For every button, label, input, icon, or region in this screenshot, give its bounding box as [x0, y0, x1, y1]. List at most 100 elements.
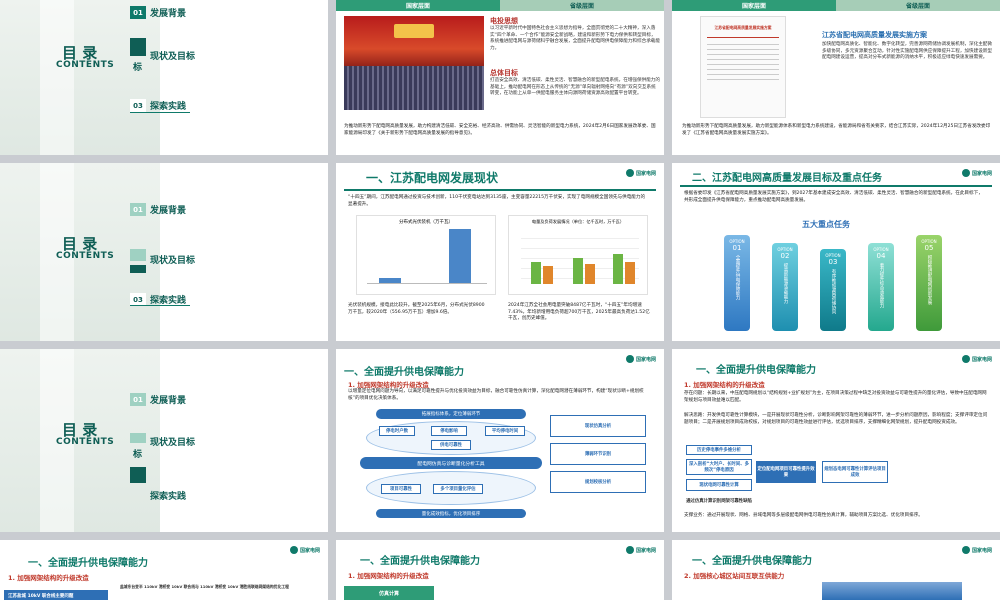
- slide-thumb-4[interactable]: 目 录 CONTENTS 01 发展背景 现状及目标 03 探索实践: [0, 163, 328, 341]
- task-option-4: OPTION 04 着力提升综合承载能力: [868, 243, 894, 331]
- pv-chart: 分布式光伏装机（万千瓦）: [356, 215, 496, 295]
- title-rule: [344, 189, 656, 191]
- section-title: 一、江苏配电网发展现状: [366, 171, 499, 185]
- flow-plan-calc: 规划态电网可靠性计算评估项目成效: [822, 461, 888, 483]
- toc-item-2: 现状及目标: [150, 52, 196, 62]
- slide-thumb-10[interactable]: 一、全面提升供电保障能力 国家电网 1. 加强网架结构的升级改造 盐城东台变半 …: [0, 540, 328, 600]
- toc-subtitle: CONTENTS: [56, 251, 115, 261]
- flow-history: 历史停电事件多维分析: [686, 445, 752, 455]
- para-guiding: 以习近平新时代中国特色社会主义思想为指导，全面贯彻党的二十大精神，深入落实“四个…: [490, 26, 660, 51]
- toc-num-01: 01: [130, 6, 146, 19]
- ellipse-upper: 停电时户数 停电影响 平均停电时间 供电可靠性: [366, 421, 536, 455]
- toc-item-1: 发展背景: [150, 206, 187, 216]
- section-title: 一、全面提升供电保障能力: [28, 558, 148, 569]
- section-title: 一、全面提升供电保障能力: [360, 556, 480, 567]
- toc-item-2-wrap: 标: [133, 450, 143, 460]
- slide-thumb-9[interactable]: 一、全面提升供电保障能力 国家电网 1. 加强网架结构的升级改造 存在问题：长期…: [672, 349, 1000, 532]
- slide-thumb-12[interactable]: 一、全面提升供电保障能力 国家电网 2. 加强核心城区站间互联互供能力: [672, 540, 1000, 600]
- band-mid: 配电网仿真与诊断量化分析工具: [360, 457, 542, 469]
- section-title: 一、全面提升供电保障能力: [344, 367, 464, 378]
- slide-thumb-2[interactable]: 国家层面 省级层面 电投思想 以习近平新时代中国特色社会主义思想为指导，全面贯彻…: [336, 0, 664, 155]
- load-bar-1b: [543, 266, 553, 284]
- note-provincial: 为推动新形势下配电网高质量发展，助力新型能源体系和新型电力系统建设，省能源局和省…: [682, 124, 991, 136]
- para-goal: 打造安全高效、清洁低碳、柔性灵活、智慧融合的新型配电系统，在增强保供能力的基础上…: [490, 78, 660, 96]
- slide-thumb-7[interactable]: 目 录 CONTENTS 01 发展背景 现状及目标 标 探索实践: [0, 349, 328, 532]
- task-option-1: OPTION 01 全面提升供电保障能力: [724, 235, 750, 331]
- toc-item-3: 探索实践: [150, 492, 187, 502]
- load-bar-2b: [585, 264, 595, 284]
- para-support: 支撑业务：通过开展现状、网格、县域电网等多层级配电网供电可靠性仿真计算，辅助项目…: [684, 513, 923, 518]
- tab-provincial: 省级层面: [836, 0, 1000, 11]
- toc-item-2: 现状及目标: [150, 256, 196, 266]
- heading-guiding: 电投思想: [490, 17, 518, 25]
- document-image: 江苏省配电网高质量发展实施方案: [700, 16, 786, 118]
- band-bottom: 量化成效指标，优化项目排序: [376, 509, 526, 518]
- slide-thumb-3[interactable]: 国家层面 省级层面 江苏省配电网高质量发展实施方案 江苏省配电网高质量发展实施方…: [672, 0, 1000, 155]
- toc-subtitle: CONTENTS: [56, 437, 115, 447]
- pv-chart-title: 分布式光伏装机（万千瓦）: [399, 220, 453, 225]
- sim-box: 仿真计算: [344, 586, 434, 600]
- section-title: 一、全面提升供电保障能力: [692, 556, 812, 567]
- toc-marker: [130, 38, 146, 56]
- toc-marker: [130, 249, 146, 261]
- toc-item-1: 发展背景: [150, 396, 187, 406]
- flow-locate: 定位配电网项目可靠性提升效果: [756, 461, 816, 483]
- load-chart: 电量及负荷发展情况（单位：亿千瓦时，万千瓦）: [508, 215, 648, 295]
- node-weak-link: 薄弱环节识别: [550, 443, 646, 465]
- bullet-pv: 光伏装机规模，接电此比较升。截至2025年6月，分布式光伏8900万千瓦，较20…: [348, 303, 485, 315]
- para-overview: “十四五”期间，江苏配电网通过投资与技术创新，110千伏变电站达到3135座，主…: [348, 195, 646, 207]
- para-goals: 根据省委印发《江苏省配电网高质量发展实施方案》，到2027年基本建成安全高效、清…: [684, 191, 983, 203]
- tasks-title: 五大重点任务: [802, 220, 850, 229]
- toc-active-marker: [130, 467, 146, 483]
- sgcc-logo: 国家电网: [961, 169, 992, 177]
- level-tabs: 国家层面 省级层面: [672, 0, 1000, 11]
- project-head: 盐城东台变半 110kV 港桥变 10kV 联合线与 110kV 港桥变 10k…: [120, 584, 289, 589]
- sgcc-logo: 国家电网: [625, 546, 656, 554]
- flow-current-calc: 现状电网可靠性计算: [686, 479, 752, 491]
- heading-goal: 总体目标: [490, 69, 518, 77]
- slide-thumb-11[interactable]: 一、全面提升供电保障能力 国家电网 1. 加强网架结构的升级改造 仿真计算: [336, 540, 664, 600]
- conference-photo: [344, 16, 484, 110]
- sgcc-logo: 国家电网: [289, 546, 320, 554]
- task-option-5: OPTION 05 积极推进配电网创新发展: [916, 235, 942, 331]
- toc-num-01: 01: [130, 393, 146, 406]
- para-method: 以增量定位电网问题为导向，以满足可靠性提升与优化投资效益为目标，融合可靠性仿真计…: [348, 389, 644, 401]
- sgcc-logo: 国家电网: [625, 169, 656, 177]
- toc-marker: [130, 433, 146, 443]
- node-multi-eval: 多个项目量化评估: [433, 484, 483, 494]
- load-bar-2a: [573, 258, 583, 284]
- slide-thumb-1[interactable]: 目 录 CONTENTS 01 发展背景 现状及目标 标 03 探索实践: [0, 0, 328, 155]
- toc-item-2: 现状及目标: [150, 438, 196, 448]
- sgcc-logo: 国家电网: [961, 355, 992, 363]
- doc-title: 江苏省配电网高质量发展实施方案: [714, 25, 772, 30]
- slide-thumb-5[interactable]: 一、江苏配电网发展现状 国家电网 “十四五”期间，江苏配电网通过投资与技术创新，…: [336, 163, 664, 341]
- toc-num-01: 01: [130, 203, 146, 216]
- slide-thumb-6[interactable]: 二、江苏配电网高质量发展目标及重点任务 国家电网 根据省委印发《江苏省配电网高质…: [672, 163, 1000, 341]
- load-bar-3a: [613, 254, 623, 284]
- toc-item-3: 探索实践: [150, 102, 187, 112]
- node-reliability: 供电可靠性: [431, 440, 471, 450]
- toc-subtitle: CONTENTS: [56, 60, 115, 70]
- city-image: [822, 582, 962, 600]
- subheading: 1. 加强网架结构的升级改造: [348, 572, 429, 580]
- subheading: 2. 加强核心城区站间互联互供能力: [684, 572, 785, 580]
- flow-identify: 通过仿真计算识别网架可靠性缺陷: [686, 495, 752, 507]
- node-outage-time: 平均停电时间: [485, 426, 525, 436]
- tab-national: 国家层面: [336, 0, 500, 11]
- sgcc-logo: 国家电网: [961, 546, 992, 554]
- toc-underline: [130, 112, 190, 113]
- subheading: 1. 加强网架结构的升级改造: [8, 574, 89, 582]
- toc-num-03: 03: [130, 99, 146, 112]
- load-chart-title: 电量及负荷发展情况（单位：亿千瓦时，万千瓦）: [531, 219, 625, 224]
- toc-item-2-wrap: 标: [133, 63, 143, 73]
- pv-bar-2025: [449, 229, 471, 284]
- toc-stripe: [40, 0, 74, 155]
- tab-provincial: 省级层面: [500, 0, 664, 11]
- toc-underline: [130, 305, 190, 306]
- level-tabs: 国家层面 省级层面: [336, 0, 664, 11]
- para-problem: 存在问题：长期以来，中压配电网规划以“结构规划+业扩规划”为主，在项目决策过程中…: [684, 391, 987, 403]
- node-plan-check: 规划校核分析: [550, 471, 646, 493]
- toc-item-1: 发展背景: [150, 9, 187, 19]
- subheading: 1. 加强网架结构的升级改造: [348, 381, 429, 389]
- slide-thumb-8[interactable]: 一、全面提升供电保障能力 国家电网 1. 加强网架结构的升级改造 以增量定位电网…: [336, 349, 664, 532]
